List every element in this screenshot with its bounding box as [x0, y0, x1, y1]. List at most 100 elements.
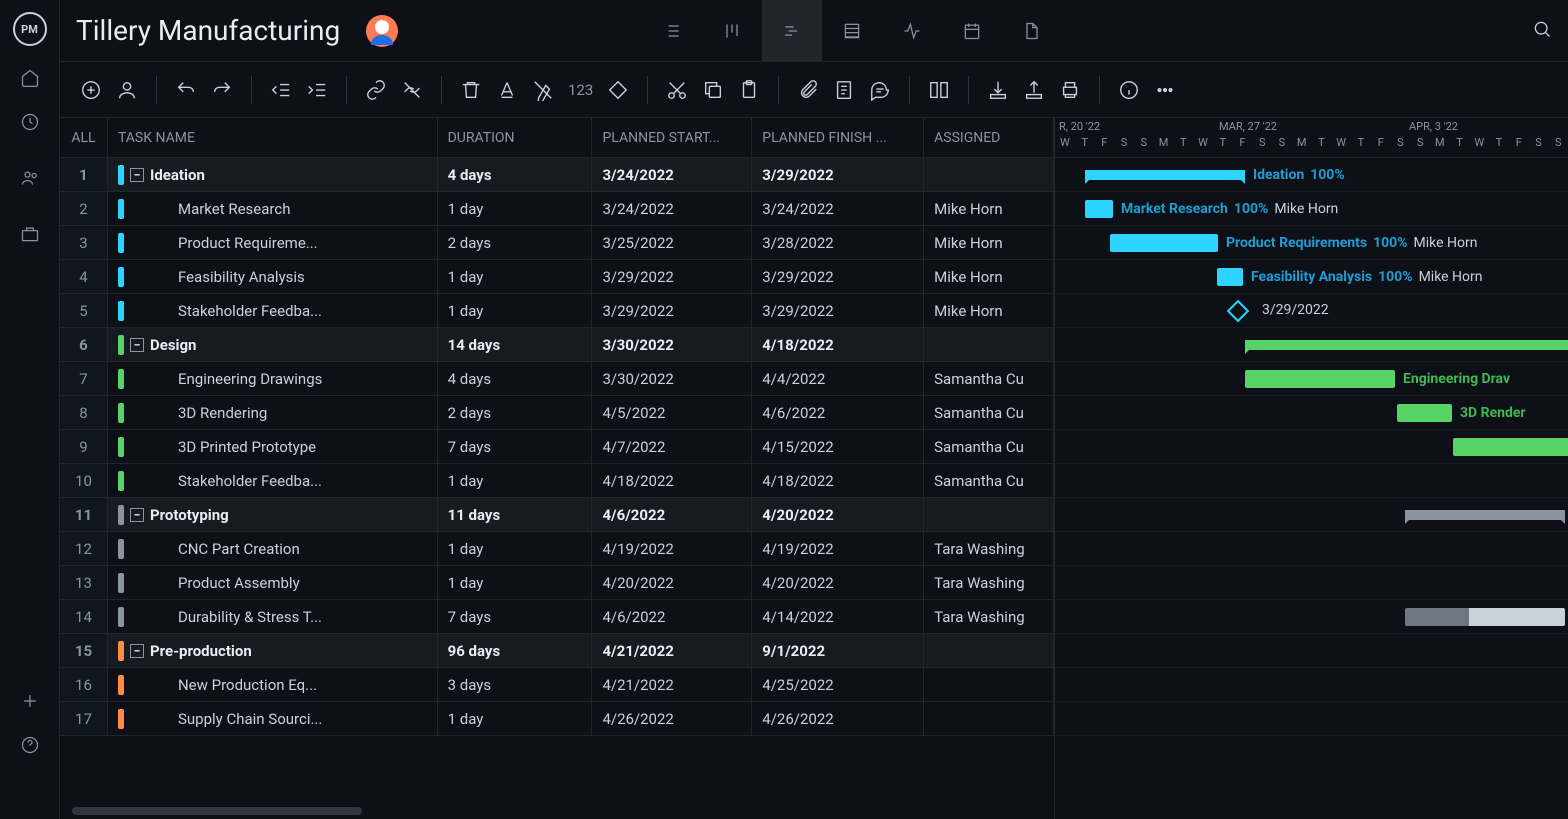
- collapse-icon[interactable]: −: [130, 644, 144, 658]
- table-row[interactable]: 6−Design14 days3/30/20224/18/2022: [60, 328, 1054, 362]
- col-duration[interactable]: DURATION: [438, 118, 593, 157]
- collapse-icon[interactable]: −: [130, 508, 144, 522]
- milestone-marker[interactable]: [1227, 300, 1250, 323]
- gantt-row[interactable]: [1055, 600, 1568, 634]
- briefcase-icon[interactable]: [18, 222, 42, 246]
- attachment-icon[interactable]: [797, 79, 819, 101]
- gantt-bar[interactable]: [1453, 438, 1568, 456]
- gantt-row[interactable]: [1055, 566, 1568, 600]
- assign-icon[interactable]: [116, 79, 138, 101]
- collapse-icon[interactable]: −: [130, 338, 144, 352]
- print-icon[interactable]: [1059, 79, 1081, 101]
- gantt-bar[interactable]: 3D Render: [1397, 404, 1452, 422]
- col-assigned[interactable]: ASSIGNED: [924, 118, 1054, 157]
- file-view-tab[interactable]: [1002, 0, 1062, 62]
- board-view-tab[interactable]: [702, 0, 762, 62]
- gantt-row[interactable]: Product Requirements 100% Mike Horn: [1055, 226, 1568, 260]
- gantt-row[interactable]: [1055, 634, 1568, 668]
- table-row[interactable]: 10Stakeholder Feedba...1 day4/18/20224/1…: [60, 464, 1054, 498]
- day-header: F: [1233, 136, 1253, 157]
- horizontal-scrollbar[interactable]: [72, 807, 362, 815]
- cut-icon[interactable]: [666, 79, 688, 101]
- gantt-bar[interactable]: Product Requirements 100% Mike Horn: [1110, 234, 1218, 252]
- add-task-icon[interactable]: [80, 79, 102, 101]
- help-icon[interactable]: [18, 733, 42, 757]
- redo-icon[interactable]: [211, 79, 233, 101]
- table-row[interactable]: 3Product Requireme...2 days3/25/20223/28…: [60, 226, 1054, 260]
- more-icon[interactable]: [1154, 79, 1176, 101]
- milestone-icon[interactable]: [607, 79, 629, 101]
- gantt-row[interactable]: [1055, 464, 1568, 498]
- gantt-bar[interactable]: Feasibility Analysis 100% Mike Horn: [1217, 268, 1243, 286]
- table-row[interactable]: 5Stakeholder Feedba...1 day3/29/20223/29…: [60, 294, 1054, 328]
- undo-icon[interactable]: [175, 79, 197, 101]
- activity-view-tab[interactable]: [882, 0, 942, 62]
- gantt-row[interactable]: [1055, 702, 1568, 736]
- clock-icon[interactable]: [18, 110, 42, 134]
- collapse-icon[interactable]: −: [130, 168, 144, 182]
- outdent-icon[interactable]: [270, 79, 292, 101]
- paste-icon[interactable]: [738, 79, 760, 101]
- indent-icon[interactable]: [306, 79, 328, 101]
- team-icon[interactable]: [18, 166, 42, 190]
- table-row[interactable]: 13Product Assembly1 day4/20/20224/20/202…: [60, 566, 1054, 600]
- gantt-row[interactable]: [1055, 532, 1568, 566]
- table-row[interactable]: 14Durability & Stress T...7 days4/6/2022…: [60, 600, 1054, 634]
- search-icon[interactable]: [1532, 19, 1552, 43]
- clear-format-icon[interactable]: [532, 79, 554, 101]
- gantt-row[interactable]: Feasibility Analysis 100% Mike Horn: [1055, 260, 1568, 294]
- copy-icon[interactable]: [702, 79, 724, 101]
- gantt-bar[interactable]: [1405, 510, 1565, 520]
- gantt-row[interactable]: [1055, 668, 1568, 702]
- project-avatar[interactable]: [366, 15, 398, 47]
- columns-icon[interactable]: [928, 79, 950, 101]
- table-row[interactable]: 17Supply Chain Sourci...1 day4/26/20224/…: [60, 702, 1054, 736]
- text-style-icon[interactable]: [496, 79, 518, 101]
- sheet-view-tab[interactable]: [822, 0, 882, 62]
- logo[interactable]: PM: [13, 12, 47, 46]
- gantt-bar[interactable]: [1245, 340, 1568, 350]
- add-icon[interactable]: [18, 689, 42, 713]
- calendar-view-tab[interactable]: [942, 0, 1002, 62]
- table-row[interactable]: 15−Pre-production96 days4/21/20229/1/202…: [60, 634, 1054, 668]
- table-row[interactable]: 4Feasibility Analysis1 day3/29/20223/29/…: [60, 260, 1054, 294]
- gantt-bar[interactable]: Market Research 100% Mike Horn: [1085, 200, 1113, 218]
- table-row[interactable]: 1−Ideation4 days3/24/20223/29/2022: [60, 158, 1054, 192]
- col-name[interactable]: TASK NAME: [108, 118, 438, 157]
- day-header: M: [1154, 136, 1174, 157]
- home-icon[interactable]: [18, 66, 42, 90]
- gantt-bar[interactable]: [1405, 608, 1565, 626]
- user-avatar[interactable]: [16, 777, 44, 805]
- gantt-row[interactable]: 3/29/2022: [1055, 294, 1568, 328]
- gantt-row[interactable]: Market Research 100% Mike Horn: [1055, 192, 1568, 226]
- gantt-view-tab[interactable]: [762, 0, 822, 62]
- day-header: M: [1292, 136, 1312, 157]
- import-icon[interactable]: [987, 79, 1009, 101]
- delete-icon[interactable]: [460, 79, 482, 101]
- table-row[interactable]: 7Engineering Drawings4 days3/30/20224/4/…: [60, 362, 1054, 396]
- comment-icon[interactable]: [869, 79, 891, 101]
- col-finish[interactable]: PLANNED FINISH ...: [752, 118, 924, 157]
- gantt-row[interactable]: Engineering Drav: [1055, 362, 1568, 396]
- gantt-row[interactable]: 3D Render: [1055, 396, 1568, 430]
- table-row[interactable]: 93D Printed Prototype7 days4/7/20224/15/…: [60, 430, 1054, 464]
- gantt-bar[interactable]: Ideation 100%: [1085, 170, 1245, 180]
- gantt-row[interactable]: [1055, 498, 1568, 532]
- list-view-tab[interactable]: [642, 0, 702, 62]
- table-row[interactable]: 16New Production Eq...3 days4/21/20224/2…: [60, 668, 1054, 702]
- gantt-row[interactable]: Ideation 100%: [1055, 158, 1568, 192]
- link-icon[interactable]: [365, 79, 387, 101]
- table-row[interactable]: 83D Rendering2 days4/5/20224/6/2022Saman…: [60, 396, 1054, 430]
- export-icon[interactable]: [1023, 79, 1045, 101]
- table-row[interactable]: 11−Prototyping11 days4/6/20224/20/2022: [60, 498, 1054, 532]
- notes-icon[interactable]: [833, 79, 855, 101]
- gantt-row[interactable]: [1055, 328, 1568, 362]
- unlink-icon[interactable]: [401, 79, 423, 101]
- gantt-row[interactable]: [1055, 430, 1568, 464]
- table-row[interactable]: 2Market Research1 day3/24/20223/24/2022M…: [60, 192, 1054, 226]
- gantt-bar[interactable]: Engineering Drav: [1245, 370, 1395, 388]
- info-icon[interactable]: [1118, 79, 1140, 101]
- table-row[interactable]: 12CNC Part Creation1 day4/19/20224/19/20…: [60, 532, 1054, 566]
- col-all[interactable]: ALL: [60, 118, 108, 157]
- col-start[interactable]: PLANNED START...: [592, 118, 752, 157]
